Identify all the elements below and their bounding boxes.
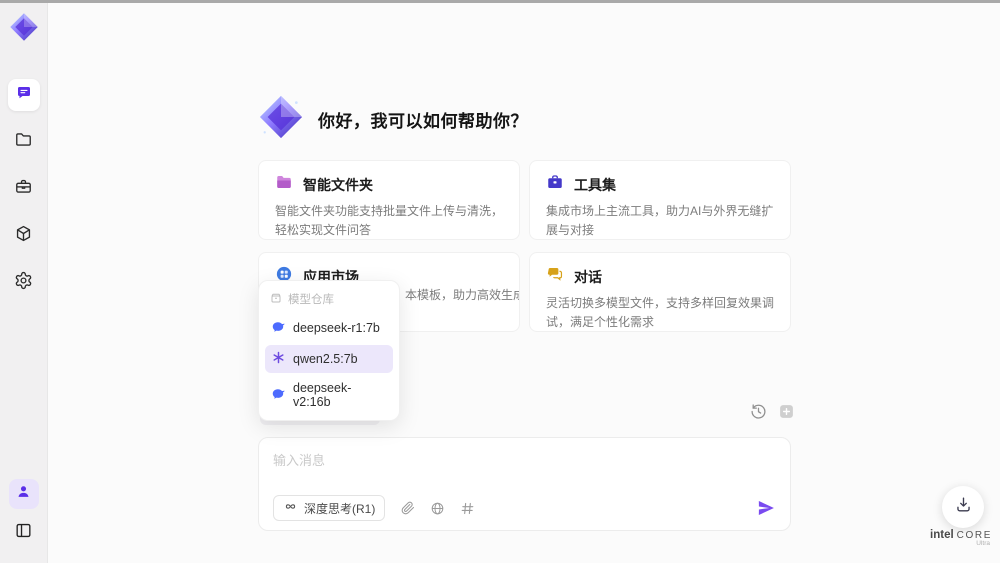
model-dropdown: 模型仓库 deepseek-r1:7b qwen2.5:7b deepseek-… — [258, 280, 400, 421]
model-option-deepseek-v2[interactable]: deepseek-v2:16b — [265, 376, 393, 414]
sidebar-nav — [7, 79, 40, 299]
card-title: 工具集 — [574, 176, 616, 193]
toolset-icon — [546, 173, 564, 196]
model-option-qwen[interactable]: qwen2.5:7b — [265, 345, 393, 373]
download-button[interactable] — [942, 486, 984, 528]
chat-actions — [750, 403, 795, 420]
sidebar-item-models[interactable] — [8, 220, 40, 252]
hashtag-button[interactable] — [460, 501, 475, 516]
deep-think-icon — [283, 499, 298, 517]
sidebar-item-toolbox[interactable] — [8, 173, 40, 205]
model-option-deepseek-r1[interactable]: deepseek-r1:7b — [265, 314, 393, 342]
gear-icon — [14, 271, 33, 295]
person-icon — [15, 483, 32, 505]
chat-icon — [15, 84, 33, 107]
new-chat-button[interactable] — [778, 403, 795, 420]
deepseek-icon — [271, 386, 286, 404]
sidebar-item-chat[interactable] — [7, 79, 40, 111]
app-logo-icon — [9, 12, 39, 47]
card-title: 智能文件夹 — [303, 176, 373, 193]
message-composer: 深度思考(R1) — [258, 437, 791, 531]
send-button[interactable] — [756, 498, 776, 518]
model-dropdown-header: 模型仓库 — [265, 287, 393, 311]
card-description: 智能文件夹功能支持批量文件上传与清洗，轻松实现文件问答 — [275, 204, 504, 237]
composer-icons — [401, 501, 475, 516]
greeting-row: 你好，我可以如何帮助你？ — [258, 94, 528, 145]
globe-button[interactable] — [430, 501, 445, 516]
download-icon — [954, 495, 973, 519]
briefcase-icon — [14, 177, 33, 201]
card-conversation[interactable]: 对话 灵活切换多模型文件，支持多样回复效果调试，满足个性化需求 — [529, 252, 791, 332]
folder-icon — [14, 130, 33, 154]
window-top-edge — [0, 0, 1000, 3]
smart-folder-icon — [275, 173, 293, 196]
intel-logo-text: intel — [930, 529, 954, 541]
sidebar-item-settings[interactable] — [8, 267, 40, 299]
sidebar-bottom — [8, 479, 40, 549]
deepseek-icon — [271, 319, 286, 337]
qwen-icon — [271, 350, 286, 368]
greeting-text: 你好，我可以如何帮助你？ — [318, 112, 528, 131]
card-smart-folder[interactable]: 智能文件夹 智能文件夹功能支持批量文件上传与清洗，轻松实现文件问答 — [258, 160, 520, 240]
history-button[interactable] — [750, 403, 767, 420]
model-repo-icon — [270, 292, 282, 307]
sidebar-item-docs[interactable] — [8, 517, 40, 549]
card-title: 对话 — [574, 268, 602, 285]
cube-icon — [14, 224, 33, 248]
greeting-logo-icon — [258, 94, 304, 145]
conversation-icon — [546, 265, 564, 288]
sidebar-item-profile[interactable] — [8, 479, 39, 509]
card-toolset[interactable]: 工具集 集成市场上主流工具，助力AI与外界无缝扩展与对接 — [529, 160, 791, 240]
sidebar — [0, 0, 48, 563]
card-description: 集成市场上主流工具，助力AI与外界无缝扩展与对接 — [546, 204, 774, 237]
sidebar-item-folders[interactable] — [8, 126, 40, 158]
message-input[interactable] — [273, 450, 776, 488]
deep-think-toggle[interactable]: 深度思考(R1) — [273, 495, 386, 521]
card-description: 本模板，助力高效生成多 — [405, 288, 519, 302]
intel-core-badge: intel core Ultra — [930, 529, 992, 547]
panel-icon — [14, 521, 33, 545]
composer-toolbar: 深度思考(R1) — [273, 495, 776, 521]
card-description: 灵活切换多模型文件，支持多样回复效果调试，满足个性化需求 — [546, 296, 775, 329]
attach-file-button[interactable] — [401, 501, 415, 515]
app-window: 你好，我可以如何帮助你？ 智能文件夹 智能文件夹功能支持批量文件上传与清洗，轻松… — [0, 0, 1000, 563]
